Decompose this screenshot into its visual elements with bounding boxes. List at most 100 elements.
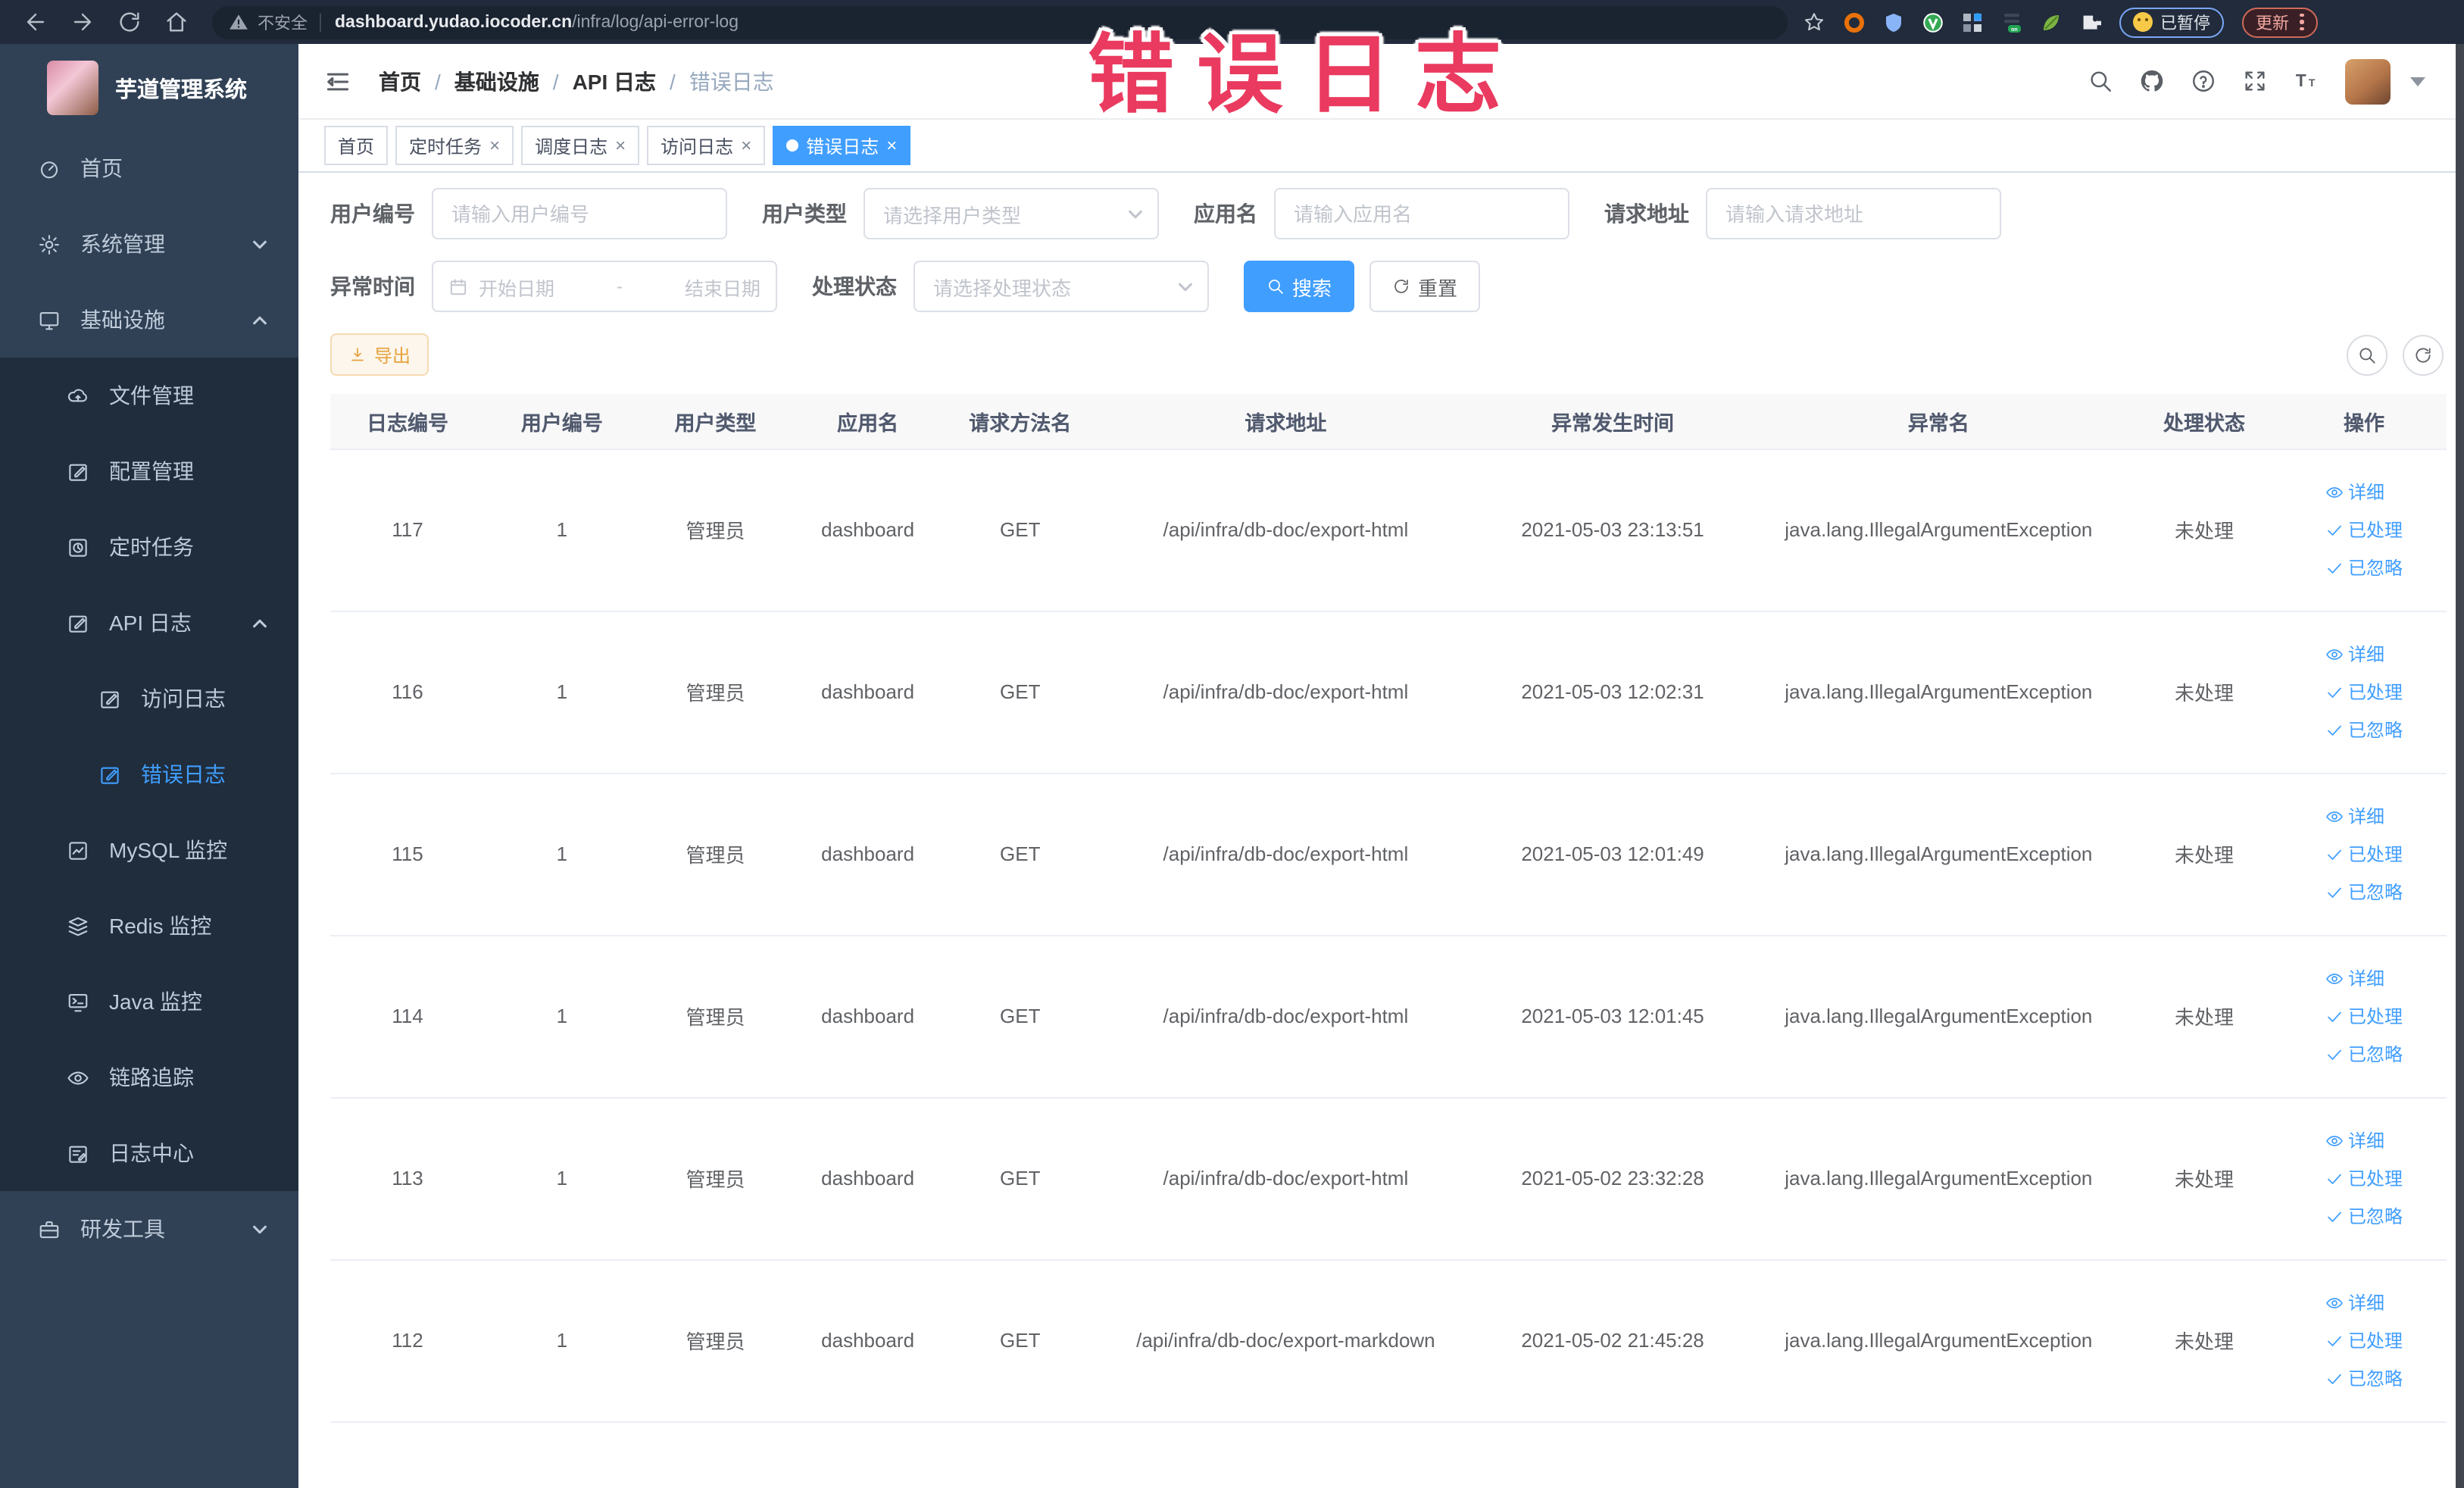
screen: 不安全 dashboard.yudao.iocoder.cn/infra/log… [0,0,2464,1488]
mark-ignored-action-link[interactable]: 已忽略 [2325,879,2403,905]
browser-home-icon[interactable] [164,9,189,35]
extension-green-v-icon[interactable] [1922,11,1944,33]
sidebar-item-tracing[interactable]: 链路追踪 [0,1039,298,1115]
mark-processed-action-link[interactable]: 已处理 [2325,841,2403,867]
breadcrumb-item-home[interactable]: 首页 [379,66,421,96]
sidebar-item-redis-monitor[interactable]: Redis 监控 [0,888,298,964]
table-row: 117 1 管理员 dashboard GET /api/infra/db-do… [330,449,2447,611]
user-id-input[interactable] [432,188,727,239]
browser-menu-icon[interactable] [2300,13,2303,31]
sidebar-item-system[interactable]: 系统管理 [0,206,298,282]
process-status-select[interactable]: 请选择处理状态 [913,261,1209,312]
detail-action-link[interactable]: 详细 [2325,1127,2384,1153]
tag-access-log[interactable]: 访问日志 × [647,126,766,165]
url-text: dashboard.yudao.iocoder.cn/infra/log/api… [335,13,739,31]
detail-action-link[interactable]: 详细 [2325,479,2384,505]
breadcrumb-item-infrastructure[interactable]: 基础设施 [454,66,539,96]
tag-scheduled-jobs[interactable]: 定时任务 × [395,126,514,165]
font-size-icon[interactable]: TT [2294,68,2319,94]
refresh-table-button[interactable] [2403,334,2444,375]
browser-reload-icon[interactable] [117,9,142,35]
table-row: 113 1 管理员 dashboard GET /api/infra/db-do… [330,1097,2447,1260]
toggle-search-button[interactable] [2347,334,2387,375]
tag-close-icon[interactable]: × [615,136,626,155]
date-range-picker[interactable]: 开始日期 - 结束日期 [432,261,777,312]
sidebar-item-scheduled-jobs[interactable]: 定时任务 [0,509,298,585]
detail-action-link[interactable]: 详细 [2325,641,2384,667]
chrome-update-button[interactable]: 更新 [2242,7,2317,37]
extension-on-badge-icon[interactable]: on [2001,11,2022,33]
col-log-id: 日志编号 [330,394,485,449]
browser-forward-icon[interactable] [70,9,95,35]
browser-back-icon[interactable] [23,9,48,35]
detail-action-link[interactable]: 详细 [2325,965,2384,991]
sidebar-collapse-icon[interactable] [324,67,351,95]
tag-close-icon[interactable]: × [886,136,897,155]
tag-schedule-log[interactable]: 调度日志 × [521,126,640,165]
sidebar-item-java-monitor[interactable]: Java 监控 [0,964,298,1039]
fullscreen-icon[interactable] [2242,68,2268,94]
cell-request-url: /api/infra/db-doc/export-html [1096,935,1476,1098]
sidebar-item-infrastructure[interactable]: 基础设施 [0,282,298,358]
cell-exception-name: java.lang.IllegalArgumentException [1750,449,2127,611]
search-icon[interactable] [2088,68,2113,94]
mark-processed-action-link[interactable]: 已处理 [2325,1165,2403,1191]
mark-processed-action-link[interactable]: 已处理 [2325,1327,2403,1353]
extension-orange-icon[interactable] [1844,11,1865,33]
sidebar-item-file-management[interactable]: 文件管理 [0,358,298,433]
detail-action-link[interactable]: 详细 [2325,1289,2384,1315]
user-avatar[interactable] [2345,58,2391,104]
export-button[interactable]: 导出 [330,333,429,376]
table-header-row: 日志编号 用户编号 用户类型 应用名 请求方法名 请求地址 异常发生时间 异常名… [330,394,2447,449]
mark-ignored-action-link[interactable]: 已忽略 [2325,717,2403,742]
table-row: 114 1 管理员 dashboard GET /api/infra/db-do… [330,935,2447,1098]
sidebar-item-mysql-monitor[interactable]: MySQL 监控 [0,812,298,888]
user-type-select[interactable]: 请选择用户类型 [863,188,1159,239]
request-url-input[interactable] [1706,188,2001,239]
table-row: 116 1 管理员 dashboard GET /api/infra/db-do… [330,611,2447,774]
app-name-input[interactable] [1274,188,1569,239]
tag-close-icon[interactable]: × [489,136,500,155]
sidebar-item-home[interactable]: 首页 [0,130,298,206]
profile-paused-pill[interactable]: 已暂停 [2119,7,2224,37]
sidebar-item-access-log[interactable]: 访问日志 [0,661,298,736]
extension-grid-icon[interactable] [1962,11,1983,33]
tag-home[interactable]: 首页 [324,126,389,165]
detail-action-link[interactable]: 详细 [2325,803,2384,829]
extensions-puzzle-icon[interactable] [2080,11,2101,33]
sidebar-item-config-management[interactable]: 配置管理 [0,433,298,509]
mark-processed-action-link[interactable]: 已处理 [2325,517,2403,542]
breadcrumb-item-api-log[interactable]: API 日志 [573,66,656,96]
cell-exception-time: 2021-05-03 23:13:51 [1475,449,1750,611]
page-scrollbar[interactable] [2456,44,2464,1488]
tag-close-icon[interactable]: × [741,136,751,155]
cell-user-id: 1 [484,1259,639,1422]
extension-leaf-icon[interactable] [2041,11,2062,33]
mark-processed-action-link[interactable]: 已处理 [2325,1003,2403,1029]
github-icon[interactable] [2139,68,2165,94]
sidebar-item-log-center[interactable]: 日志中心 [0,1115,298,1191]
sidebar-item-error-log[interactable]: 错误日志 [0,736,298,812]
cell-user-type: 管理员 [639,1259,792,1422]
toolbox-icon [39,1220,59,1238]
tag-error-log[interactable]: 错误日志 × [773,126,911,165]
cell-exception-time: 2021-05-03 12:01:45 [1475,935,1750,1098]
extension-shield-icon[interactable] [1883,11,1904,33]
mark-ignored-action-link[interactable]: 已忽略 [2325,1203,2403,1229]
breadcrumb-separator: / [435,69,441,93]
sidebar-item-api-log[interactable]: API 日志 [0,585,298,661]
address-bar[interactable]: 不安全 dashboard.yudao.iocoder.cn/infra/log… [212,5,1788,39]
mark-ignored-action-link[interactable]: 已忽略 [2325,1365,2403,1391]
reset-button[interactable]: 重置 [1369,261,1481,312]
cell-exception-time: 2021-05-02 21:45:28 [1475,1259,1750,1422]
help-icon[interactable] [2191,68,2216,94]
bookmark-star-icon[interactable] [1803,11,1825,33]
search-button[interactable]: 搜索 [1244,261,1355,312]
mark-processed-action-link[interactable]: 已处理 [2325,679,2403,705]
url-host: dashboard.yudao.iocoder.cn [335,13,573,31]
mark-ignored-action-link[interactable]: 已忽略 [2325,555,2403,580]
avatar-caret-icon[interactable] [2410,77,2425,86]
sidebar-item-dev-tools[interactable]: 研发工具 [0,1191,298,1267]
mark-ignored-action-link[interactable]: 已忽略 [2325,1041,2403,1067]
cell-app-name: dashboard [792,1259,945,1422]
